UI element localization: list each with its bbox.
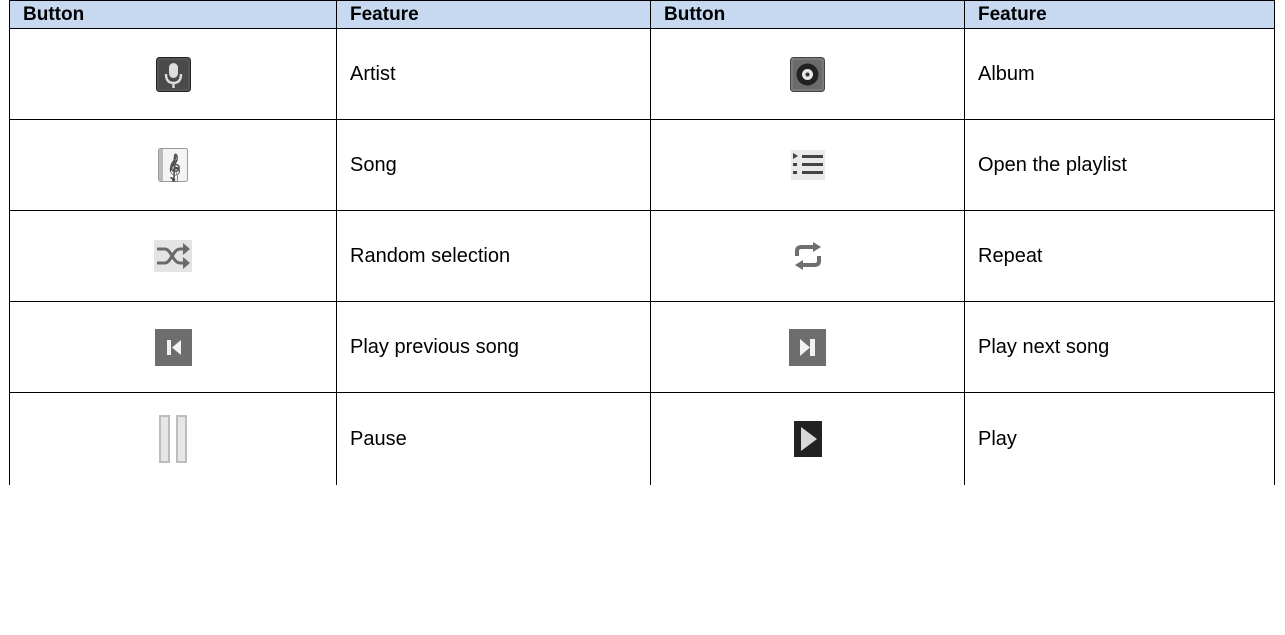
next-track-icon bbox=[789, 328, 826, 366]
button-cell: 𝄞 bbox=[9, 119, 337, 211]
header-button-1: Button bbox=[9, 0, 337, 29]
header-feature-2: Feature bbox=[964, 0, 1275, 29]
button-feature-table: Button Feature Button Feature Artist Alb… bbox=[9, 0, 1275, 485]
button-cell bbox=[9, 301, 337, 393]
table-row: 𝄞 Song Open the playlist bbox=[9, 119, 1275, 211]
table-row: Pause Play bbox=[9, 392, 1275, 485]
button-cell bbox=[650, 28, 965, 120]
microphone-icon bbox=[155, 56, 191, 92]
feature-cell: Pause bbox=[336, 392, 651, 485]
previous-track-icon bbox=[154, 328, 192, 366]
header-button-2: Button bbox=[650, 0, 965, 29]
playlist-icon bbox=[790, 150, 825, 180]
shuffle-icon bbox=[154, 240, 192, 272]
repeat-icon bbox=[793, 240, 823, 272]
button-cell bbox=[650, 210, 965, 302]
album-disc-icon bbox=[790, 56, 825, 92]
feature-cell: Play next song bbox=[964, 301, 1275, 393]
feature-cell: Repeat bbox=[964, 210, 1275, 302]
header-feature-1: Feature bbox=[336, 0, 651, 29]
button-cell bbox=[650, 301, 965, 393]
feature-cell: Artist bbox=[336, 28, 651, 120]
button-cell bbox=[650, 392, 965, 485]
button-cell bbox=[9, 392, 337, 485]
treble-clef-icon: 𝄞 bbox=[158, 148, 188, 182]
table-row: Play previous song Play next song bbox=[9, 301, 1275, 393]
table-row: Random selection Repeat bbox=[9, 210, 1275, 302]
header-row: Button Feature Button Feature bbox=[9, 0, 1275, 29]
feature-cell: Open the playlist bbox=[964, 119, 1275, 211]
feature-cell: Play bbox=[964, 392, 1275, 485]
button-cell bbox=[9, 210, 337, 302]
feature-cell: Album bbox=[964, 28, 1275, 120]
feature-cell: Song bbox=[336, 119, 651, 211]
table-row: Artist Album bbox=[9, 28, 1275, 120]
button-cell bbox=[650, 119, 965, 211]
pause-icon bbox=[158, 415, 188, 463]
play-icon bbox=[793, 421, 822, 457]
feature-cell: Random selection bbox=[336, 210, 651, 302]
button-cell bbox=[9, 28, 337, 120]
feature-cell: Play previous song bbox=[336, 301, 651, 393]
